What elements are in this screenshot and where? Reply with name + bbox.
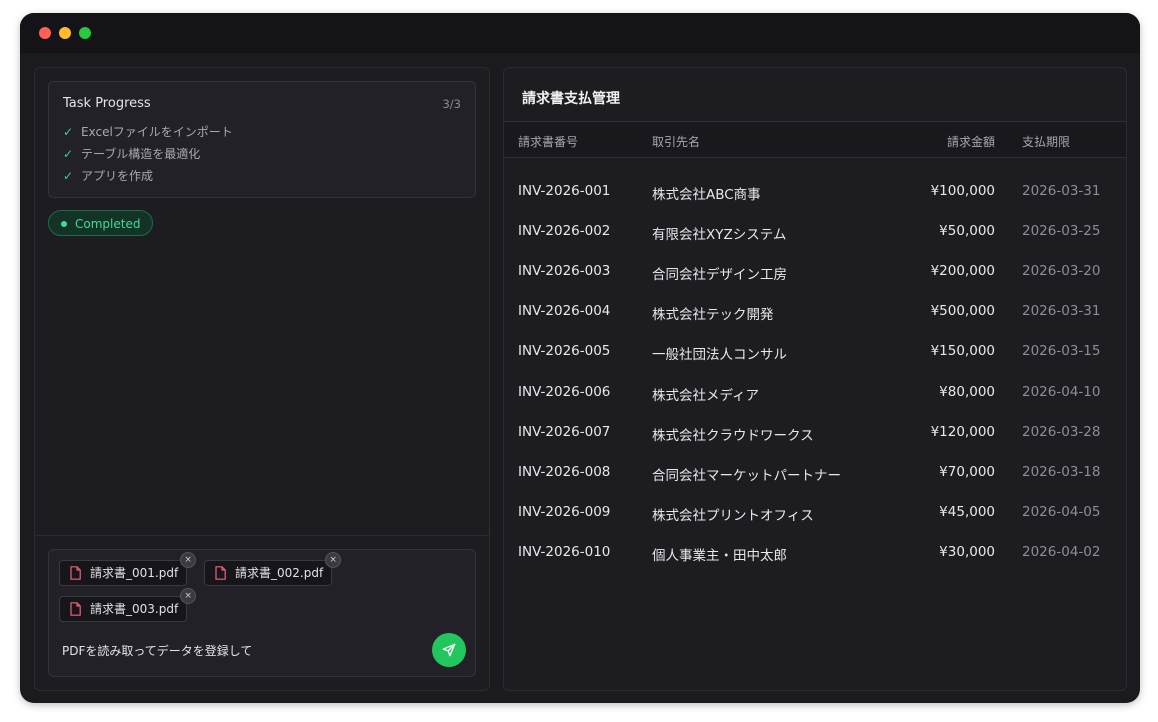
pdf-file-icon: [215, 566, 226, 580]
amount-cell: ¥120,000: [930, 423, 995, 440]
client-name-cell: 株式会社プリントオフィス: [652, 507, 814, 524]
invoice-number-cell: INV-2026-002: [518, 223, 611, 240]
client-name-cell: 一般社団法人コンサル: [652, 347, 787, 364]
table-row[interactable]: INV-2026-006 株式会社メディア ¥80,000 2026-04-10: [504, 372, 1126, 412]
due-date-cell: 2026-04-10: [1022, 383, 1101, 400]
invoice-number-cell: INV-2026-007: [518, 423, 611, 440]
task-item: ✓ Excelファイルをインポート: [63, 123, 233, 141]
pdf-file-icon: [70, 566, 81, 580]
status-badge: Completed: [48, 210, 154, 236]
amount-cell: ¥45,000: [939, 503, 995, 520]
task-progress-count: 3/3: [442, 97, 461, 111]
amount-cell: ¥150,000: [930, 343, 995, 360]
chat-panel: Task Progress 3/3 ✓ Excelファイルをインポート ✓ テーブル…: [34, 67, 490, 691]
check-icon: ✓: [63, 147, 74, 161]
table-row[interactable]: INV-2026-004 株式会社テック開発 ¥500,000 2026-03-31: [504, 291, 1126, 331]
client-name-cell: 個人事業主・田中太郎: [652, 547, 787, 564]
task-progress-card: Task Progress 3/3 ✓ Excelファイルをインポート ✓ テーブル…: [48, 81, 476, 198]
table-row[interactable]: INV-2026-010 個人事業主・田中太郎 ¥30,000 2026-04-02: [504, 532, 1126, 572]
minimize-window-button[interactable]: [59, 27, 71, 39]
invoice-number-cell: INV-2026-009: [518, 503, 611, 520]
task-item-label: テーブル構造を最適化: [81, 147, 201, 161]
invoice-number-cell: INV-2026-001: [518, 183, 611, 199]
attachment-name: 請求書_002.pdf: [235, 566, 324, 580]
table-row[interactable]: INV-2026-003 合同会社デザイン工房 ¥200,000 2026-03-20: [504, 251, 1126, 291]
amount-cell: ¥100,000: [930, 183, 995, 199]
amount-cell: ¥50,000: [939, 223, 995, 240]
amount-cell: ¥80,000: [939, 383, 995, 400]
task-item: ✓ アプリを作成: [63, 167, 153, 185]
divider: [35, 535, 489, 536]
table-row[interactable]: INV-2026-001 株式会社ABC商事 ¥100,000 2026-03-31: [504, 171, 1126, 211]
amount-cell: ¥70,000: [939, 463, 995, 480]
invoice-number-cell: INV-2026-003: [518, 263, 611, 280]
invoice-number-cell: INV-2026-008: [518, 463, 611, 480]
invoice-number-cell: INV-2026-006: [518, 383, 611, 400]
attachment-chip[interactable]: 請求書_001.pdf ×: [59, 552, 197, 586]
client-name-cell: 株式会社クラウドワークス: [652, 427, 814, 444]
pdf-file-icon: [70, 602, 81, 616]
task-item-label: アプリを作成: [81, 169, 154, 183]
due-date-cell: 2026-03-28: [1022, 423, 1101, 440]
remove-attachment-button[interactable]: ×: [180, 588, 197, 604]
invoice-number-cell: INV-2026-010: [518, 543, 611, 560]
due-date-cell: 2026-03-25: [1022, 223, 1101, 240]
message-input[interactable]: PDFを読み取ってデータを登録して: [62, 642, 252, 659]
table-row[interactable]: INV-2026-007 株式会社クラウドワークス ¥120,000 2026-03-…: [504, 412, 1126, 452]
maximize-window-button[interactable]: [79, 27, 91, 39]
attachment-name: 請求書_001.pdf: [90, 566, 179, 580]
task-item-label: Excelファイルをインポート: [81, 125, 233, 139]
due-date-cell: 2026-04-05: [1022, 503, 1101, 520]
column-header-amount[interactable]: 請求金額: [947, 133, 995, 150]
due-date-cell: 2026-03-20: [1022, 263, 1101, 280]
remove-attachment-button[interactable]: ×: [325, 552, 342, 568]
table-row[interactable]: INV-2026-008 合同会社マーケットパートナー ¥70,000 2026-03…: [504, 452, 1126, 492]
status-label: Completed: [75, 217, 141, 231]
table-row[interactable]: INV-2026-005 一般社団法人コンサル ¥150,000 2026-03-15: [504, 331, 1126, 371]
task-progress-title: Task Progress: [63, 96, 151, 111]
invoice-number-cell: INV-2026-004: [518, 303, 611, 320]
column-header-due-date[interactable]: 支払期限: [1022, 133, 1070, 150]
column-header-invoice-number[interactable]: 請求書番号: [518, 133, 578, 150]
client-name-cell: 株式会社テック開発: [652, 307, 774, 324]
due-date-cell: 2026-03-31: [1022, 183, 1101, 199]
send-button[interactable]: [432, 633, 466, 667]
page-title: 請求書支払管理: [522, 91, 620, 107]
task-item: ✓ テーブル構造を最適化: [63, 145, 200, 163]
send-icon: [442, 643, 456, 657]
close-window-button[interactable]: [39, 27, 51, 39]
client-name-cell: 株式会社ABC商事: [652, 187, 761, 203]
app-window: Task Progress 3/3 ✓ Excelファイルをインポート ✓ テーブル…: [20, 13, 1140, 703]
status-dot-icon: [61, 221, 67, 227]
client-name-cell: 有限会社XYZシステム: [652, 227, 787, 244]
check-icon: ✓: [63, 125, 74, 139]
attachment-chip[interactable]: 請求書_003.pdf ×: [59, 588, 197, 622]
table-row[interactable]: INV-2026-002 有限会社XYZシステム ¥50,000 2026-03-25: [504, 211, 1126, 251]
client-name-cell: 株式会社メディア: [652, 387, 760, 404]
amount-cell: ¥200,000: [930, 263, 995, 280]
client-name-cell: 合同会社マーケットパートナー: [652, 467, 841, 484]
due-date-cell: 2026-04-02: [1022, 543, 1101, 560]
attachment-name: 請求書_003.pdf: [90, 602, 179, 616]
amount-cell: ¥30,000: [939, 543, 995, 560]
title-bar: [20, 13, 1140, 53]
table-header: 請求書番号 取引先名 請求金額 支払期限: [504, 122, 1126, 158]
due-date-cell: 2026-03-31: [1022, 303, 1101, 320]
invoice-number-cell: INV-2026-005: [518, 343, 611, 360]
column-header-client-name[interactable]: 取引先名: [652, 133, 700, 150]
check-icon: ✓: [63, 169, 74, 183]
client-name-cell: 合同会社デザイン工房: [652, 267, 787, 284]
invoice-panel: 請求書支払管理 請求書番号 取引先名 請求金額 支払期限 INV-2026-00…: [503, 67, 1127, 691]
due-date-cell: 2026-03-15: [1022, 343, 1101, 360]
remove-attachment-button[interactable]: ×: [180, 552, 197, 568]
message-composer[interactable]: 請求書_001.pdf × 請求書_002.pdf × 請求書_003.pdf …: [48, 549, 476, 677]
attachment-chip[interactable]: 請求書_002.pdf ×: [204, 552, 342, 586]
due-date-cell: 2026-03-18: [1022, 463, 1101, 480]
table-row[interactable]: INV-2026-009 株式会社プリントオフィス ¥45,000 2026-04-0…: [504, 492, 1126, 532]
amount-cell: ¥500,000: [930, 303, 995, 320]
